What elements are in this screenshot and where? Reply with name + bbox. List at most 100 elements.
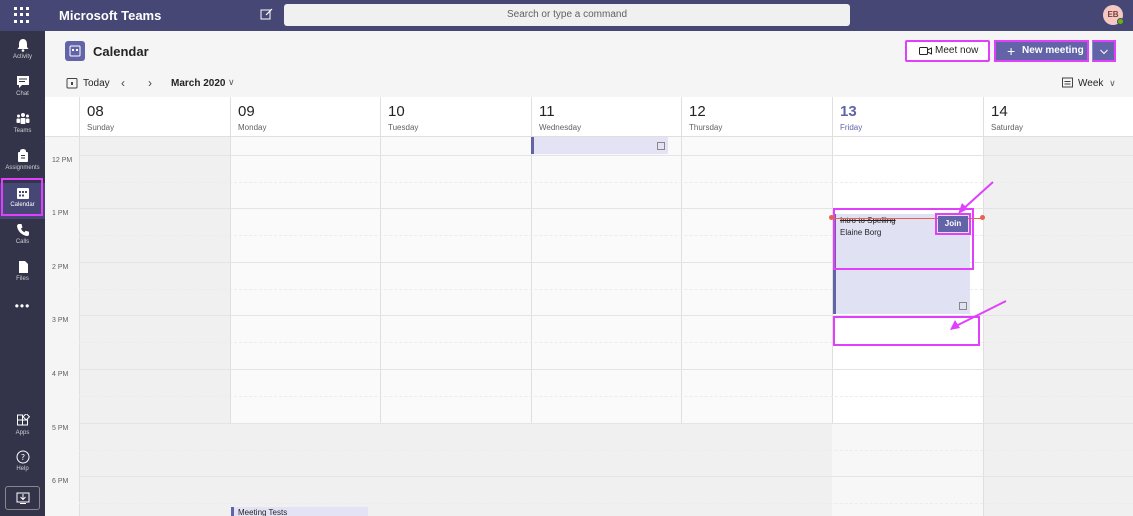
time-label: 5 PM — [52, 425, 69, 432]
meeting-icon — [657, 142, 665, 150]
calendar-today-icon — [66, 78, 78, 89]
chevron-down-icon: ∨ — [1109, 78, 1116, 88]
half-hour-line — [79, 235, 1133, 236]
current-time-dot — [829, 215, 834, 220]
time-label: 2 PM — [52, 264, 69, 271]
hour-line — [79, 423, 1133, 424]
current-time-dot — [980, 215, 985, 220]
day-column-saturday[interactable] — [983, 137, 1133, 516]
view-switcher[interactable]: Week ∨ — [1062, 77, 1116, 89]
hour-line — [79, 476, 1133, 477]
time-label: 4 PM — [52, 371, 69, 378]
time-label: 6 PM — [52, 478, 69, 485]
new-meeting-dropdown-button[interactable] — [1092, 40, 1116, 62]
rail-item-files[interactable]: Files — [0, 257, 45, 293]
day-header-monday[interactable]: 09 Monday — [230, 97, 380, 137]
svg-text:?: ? — [20, 453, 24, 462]
day-header-thursday[interactable]: 12 Thursday — [681, 97, 832, 137]
presence-available-icon — [1117, 18, 1124, 25]
download-button[interactable] — [5, 486, 40, 510]
rail-item-apps[interactable]: Apps — [0, 411, 45, 447]
day-number: 09 — [238, 103, 255, 120]
day-number: 13 — [840, 103, 857, 120]
day-number: 08 — [87, 103, 104, 120]
new-meeting-button[interactable]: + New meeting — [994, 40, 1089, 62]
day-number: 11 — [539, 103, 555, 120]
day-name: Thursday — [689, 123, 723, 132]
day-header-friday[interactable]: 13 Friday — [832, 97, 983, 137]
rail-label: Activity — [12, 54, 32, 60]
search-input[interactable]: Search or type a command — [284, 4, 850, 26]
week-view-icon — [1062, 77, 1073, 88]
half-hour-line — [79, 396, 1133, 397]
plus-icon: + — [1007, 43, 1016, 59]
today-button[interactable]: Today — [66, 78, 110, 89]
rail-item-assignments[interactable]: Assignments — [0, 146, 45, 182]
rail-item-help[interactable]: ? Help — [0, 447, 45, 483]
apps-icon — [16, 414, 30, 426]
day-header-sunday[interactable]: 08 Sunday — [79, 97, 230, 137]
rail-label: Assignments — [5, 165, 40, 171]
app-title: Microsoft Teams — [59, 8, 162, 23]
meeting-icon — [959, 302, 967, 310]
calendar-highlight-box — [1, 178, 43, 216]
calendar-header: Calendar Meet now + New meeting — [45, 31, 1133, 71]
view-label: Week — [1078, 78, 1104, 89]
time-label: 12 PM — [52, 157, 73, 164]
chevron-down-icon — [1100, 49, 1108, 55]
calendar-app-icon — [65, 41, 85, 61]
calendar-toolbar: Today ‹ › March 2020 ∨ Week ∨ — [45, 71, 1133, 97]
day-name: Tuesday — [388, 123, 419, 132]
day-name: Monday — [238, 123, 267, 132]
join-button[interactable]: Join — [938, 216, 968, 232]
half-hour-line — [79, 503, 1133, 504]
event-title: Meeting Tests — [238, 508, 288, 516]
teams-icon — [16, 113, 29, 124]
compose-icon[interactable] — [260, 7, 274, 21]
half-hour-line — [79, 450, 1133, 451]
hour-line — [79, 262, 1133, 263]
meet-now-label: Meet now — [935, 45, 979, 56]
day-header-saturday[interactable]: 14 Saturday — [983, 97, 1133, 137]
half-hour-line — [79, 182, 1133, 183]
event-meeting-tests[interactable]: Meeting Tests — [231, 507, 368, 516]
rail-item-teams[interactable]: Teams — [0, 109, 45, 145]
day-number: 12 — [689, 103, 706, 120]
bell-icon — [17, 39, 28, 52]
empty-time-slot-highlight[interactable] — [833, 316, 980, 346]
day-name: Saturday — [991, 123, 1024, 132]
more-apps-icon[interactable]: ••• — [0, 299, 45, 313]
day-name: Sunday — [87, 123, 115, 132]
month-picker[interactable]: March 2020 — [171, 78, 225, 89]
day-header-tuesday[interactable]: 10 Tuesday — [380, 97, 531, 137]
rail-item-activity[interactable]: Activity — [0, 35, 45, 71]
hour-line — [79, 208, 1133, 209]
new-meeting-label: New meeting — [1022, 45, 1084, 56]
day-header-wednesday[interactable]: 11 Wednesday — [531, 97, 681, 137]
rail-label: Chat — [16, 91, 29, 97]
day-number: 10 — [388, 103, 405, 120]
rail-label: Apps — [15, 430, 30, 436]
app-launcher-icon[interactable] — [14, 7, 30, 23]
phone-icon — [16, 224, 29, 236]
event-wednesday[interactable] — [531, 137, 668, 154]
title-bar: Microsoft Teams Search or type a command… — [0, 0, 1133, 31]
day-name: Wednesday — [539, 123, 582, 132]
rail-label: Files — [16, 276, 29, 282]
day-headers: 08 Sunday 09 Monday 10 Tuesday 11 Wednes… — [45, 97, 1133, 137]
day-column-sunday[interactable] — [79, 137, 230, 516]
rail-item-calls[interactable]: Calls — [0, 220, 45, 256]
chevron-down-icon[interactable]: ∨ — [228, 77, 235, 88]
half-hour-line — [79, 289, 1133, 290]
time-label: 3 PM — [52, 317, 69, 324]
next-week-icon[interactable]: › — [148, 76, 152, 90]
help-icon: ? — [16, 450, 29, 464]
page-title: Calendar — [93, 44, 149, 59]
file-icon — [18, 261, 28, 273]
download-icon — [16, 492, 30, 504]
app-rail: Activity Chat Teams Assignments Calendar… — [0, 31, 45, 516]
rail-item-chat[interactable]: Chat — [0, 72, 45, 108]
previous-week-icon[interactable]: ‹ — [121, 76, 125, 90]
video-camera-icon — [919, 47, 932, 55]
meet-now-button[interactable]: Meet now — [905, 40, 990, 62]
